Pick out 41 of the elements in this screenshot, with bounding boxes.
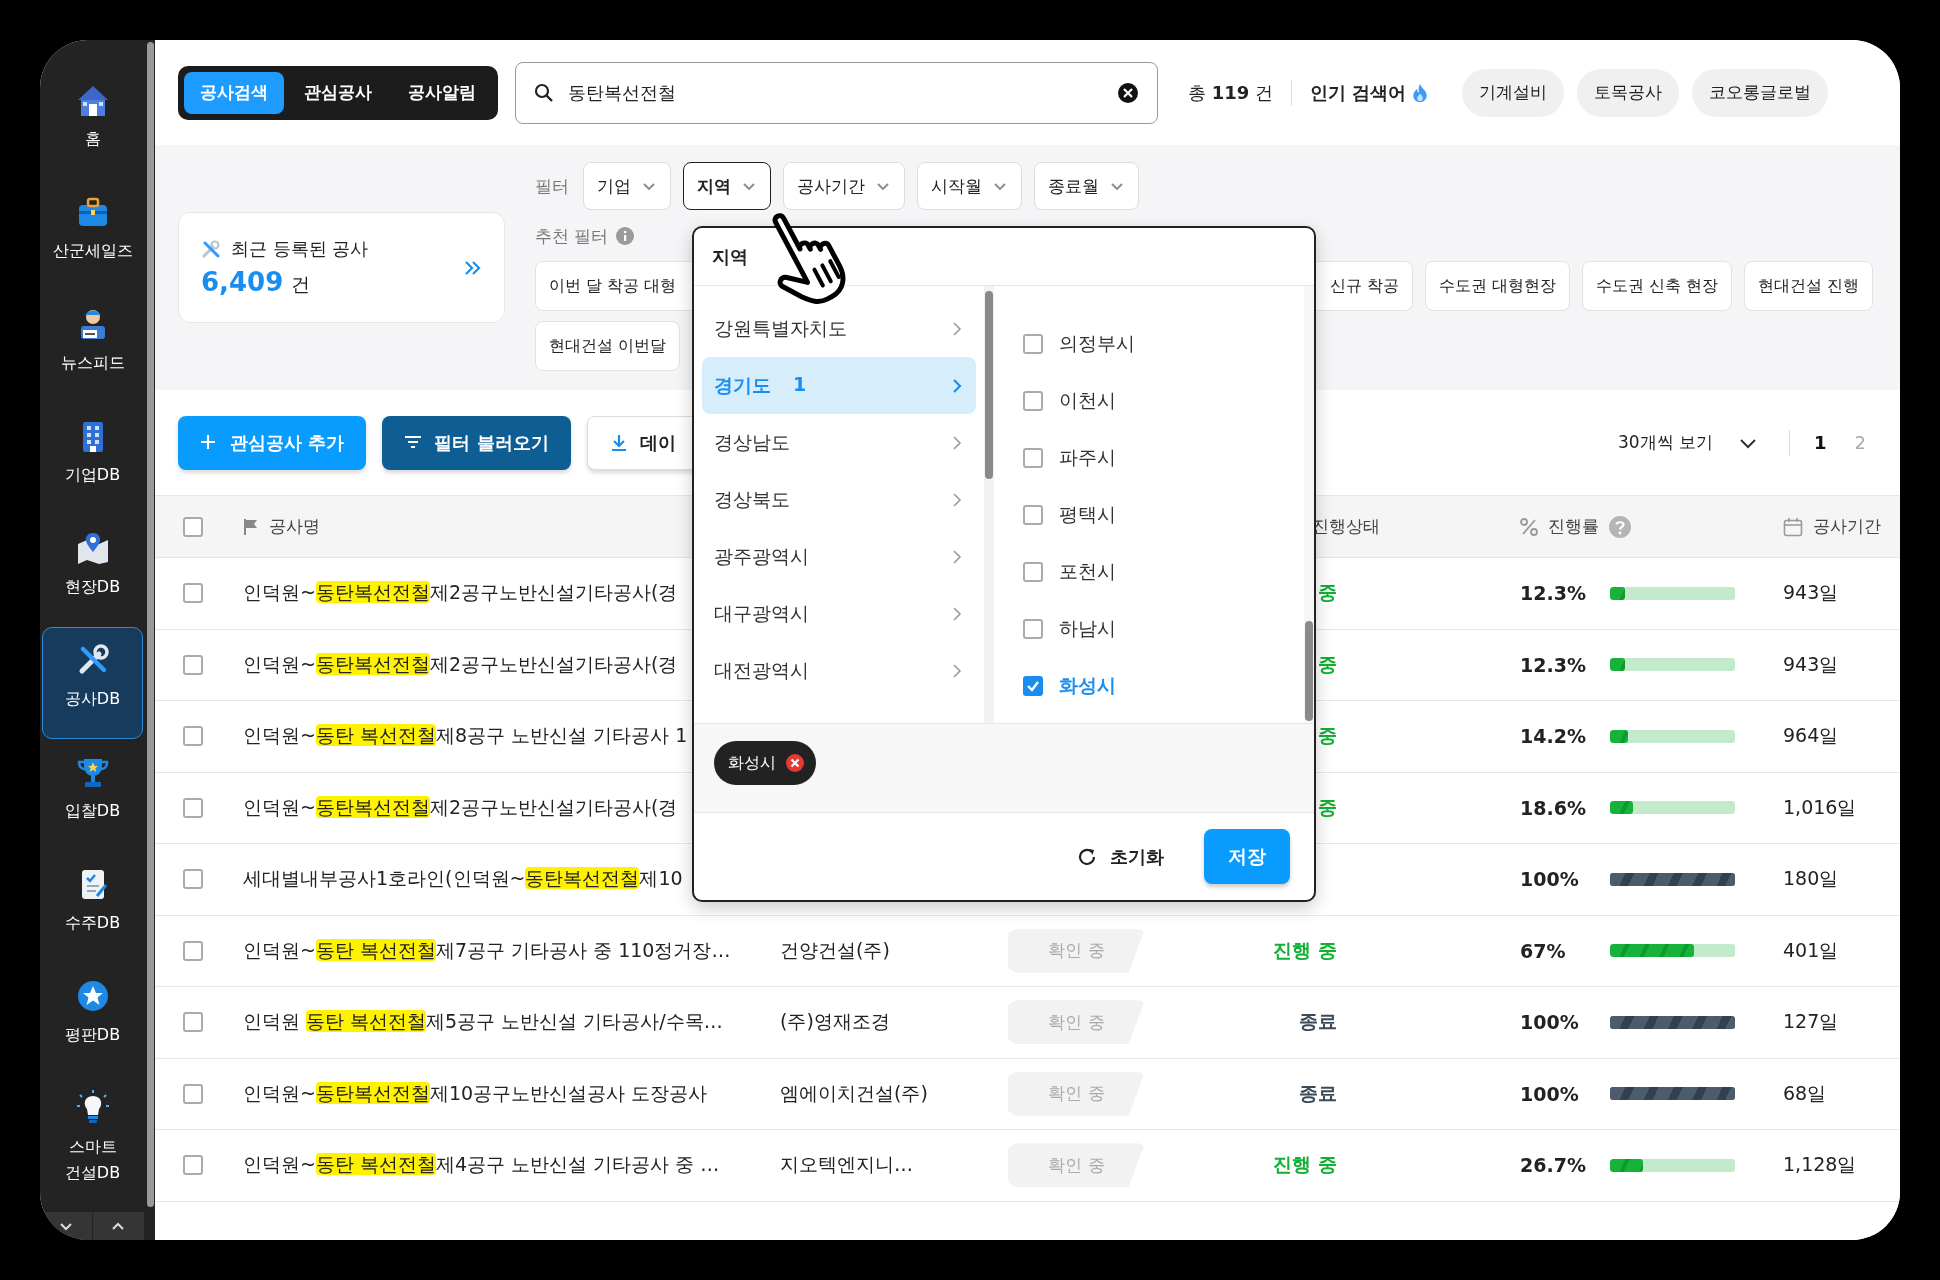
status-text: 종료	[1299, 1009, 1337, 1035]
progress-value: 12.3%	[1519, 653, 1587, 676]
progress-value: 100%	[1519, 1011, 1580, 1034]
duration: 1,016일	[1782, 794, 1858, 820]
duration: 964일	[1782, 723, 1840, 749]
status-text: 중	[1318, 651, 1337, 677]
project-count: 6,409	[201, 267, 284, 297]
progress-value: 14.2%	[1519, 725, 1587, 748]
company-name: 건양건설(주)	[779, 937, 891, 963]
review-status: 확인 중	[1008, 928, 1145, 973]
review-status: 확인 중	[1008, 1143, 1145, 1188]
progress-value: 100%	[1519, 868, 1580, 891]
status-text: 중	[1318, 723, 1337, 749]
status-text: 중	[1318, 580, 1337, 606]
progress-value: 26.7%	[1519, 1154, 1587, 1177]
card-title: 최근 등록된 공사	[231, 237, 369, 261]
duration: 401일	[1782, 937, 1840, 963]
company-name: 엠에이치건설(주)	[779, 1080, 929, 1106]
duration: 943일	[1782, 580, 1840, 606]
duration: 127일	[1782, 1009, 1840, 1035]
popular-label: 인기 검색어	[1310, 80, 1407, 105]
status-text: 중	[1318, 794, 1337, 820]
count-unit: 건	[291, 272, 311, 297]
company-name: 지오텍엔지니…	[779, 1152, 914, 1178]
review-status: 확인 중	[1008, 1000, 1145, 1045]
filter-label: 필터	[535, 174, 569, 198]
duration: 68일	[1782, 1080, 1828, 1106]
result-count: 총 119 건	[1188, 80, 1274, 105]
review-status: 확인 중	[1008, 1071, 1145, 1116]
status-text: 진행 중	[1273, 1152, 1337, 1178]
recommended-label: 추천 필터	[535, 224, 609, 248]
progress-value: 100%	[1519, 1082, 1580, 1105]
duration: 180일	[1782, 866, 1840, 892]
progress-value: 18.6%	[1519, 796, 1587, 819]
duration: 943일	[1782, 651, 1840, 677]
progress-value: 12.3%	[1519, 582, 1587, 605]
company-name: (주)영재조경	[779, 1009, 891, 1035]
status-text: 진행 중	[1273, 937, 1337, 963]
status-text: 종료	[1299, 1080, 1337, 1106]
progress-value: 67%	[1519, 939, 1567, 962]
duration: 1,128일	[1782, 1152, 1858, 1178]
